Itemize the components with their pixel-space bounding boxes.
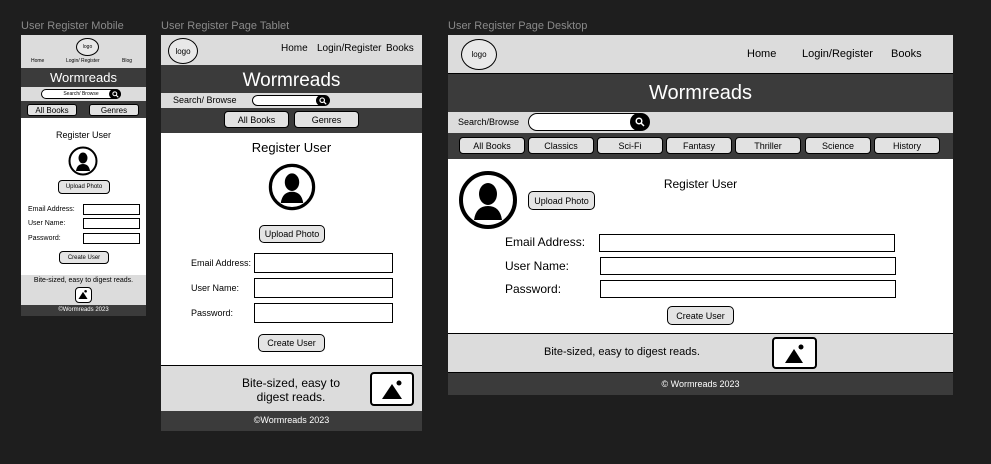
tablet-tagline-line1: Bite-sized, easy to	[241, 376, 341, 390]
desktop-genre-classics[interactable]: Classics	[528, 137, 594, 154]
search-icon	[111, 90, 119, 98]
desktop-genre-thriller[interactable]: Thriller	[735, 137, 801, 154]
desktop-password-label: Password:	[505, 282, 562, 296]
tablet-page-title: Register User	[251, 140, 332, 155]
tablet-nav-books[interactable]: Books	[386, 43, 414, 54]
desktop-create-user-button[interactable]: Create User	[667, 306, 734, 325]
search-icon	[635, 117, 645, 127]
mobile-email-label: Email Address:	[28, 206, 75, 213]
tablet-logo[interactable]: logo	[168, 38, 198, 64]
desktop-frame: logo Home Login/Register Books Wormreads…	[448, 35, 953, 395]
mobile-create-user-button[interactable]: Create User	[59, 251, 109, 264]
mobile-page-title: Register User	[55, 130, 111, 140]
desktop-genre-bar: All Books Classics Sci-Fi Fantasy Thrill…	[448, 133, 953, 159]
mobile-search-bar: Search/ Browse	[21, 87, 146, 101]
tablet-filter-genres[interactable]: Genres	[294, 111, 359, 128]
tablet-upload-photo-button[interactable]: Upload Photo	[259, 225, 325, 243]
tablet-search-button[interactable]	[316, 95, 330, 106]
tablet-create-user-button[interactable]: Create User	[258, 334, 325, 352]
mobile-frame: logo Home Login/ Register Blog Wormreads…	[21, 35, 146, 316]
desktop-nav-home[interactable]: Home	[747, 48, 776, 60]
mobile-footer-tagline: Bite-sized, easy to digest reads.	[21, 275, 146, 305]
desktop-email-label: Email Address:	[505, 235, 586, 249]
tablet-password-field[interactable]	[254, 303, 393, 323]
tablet-username-label: User Name:	[191, 283, 240, 293]
desktop-search-bar: Search/Browse	[448, 112, 953, 133]
tablet-filter-all-books[interactable]: All Books	[224, 111, 289, 128]
mobile-nav-home[interactable]: Home	[31, 58, 44, 64]
mobile-upload-photo-button[interactable]: Upload Photo	[58, 180, 110, 194]
tablet-email-label: Email Address:	[191, 258, 252, 268]
mobile-nav-blog[interactable]: Blog	[122, 58, 132, 64]
desktop-page-title: Register User	[663, 177, 738, 191]
desktop-username-label: User Name:	[505, 259, 570, 273]
desktop-logo[interactable]: logo	[461, 39, 497, 70]
mobile-nav-login-register[interactable]: Login/ Register	[66, 58, 100, 64]
desktop-copyright: © Wormreads 2023	[661, 379, 740, 389]
mobile-copyright: ©Wormreads 2023	[58, 307, 109, 313]
desktop-brand-title: Wormreads	[649, 82, 752, 104]
desktop-genre-fantasy[interactable]: Fantasy	[666, 137, 732, 154]
tablet-footer: ©Wormreads 2023	[161, 411, 422, 431]
user-avatar-icon	[68, 146, 98, 176]
tablet-username-field[interactable]	[254, 278, 393, 298]
tablet-tagline-line2: digest reads.	[256, 390, 326, 404]
desktop-nav-books[interactable]: Books	[891, 48, 922, 60]
tablet-frame: logo Home Login/Register Books Wormreads…	[161, 35, 422, 431]
mobile-password-label: Password:	[28, 235, 61, 242]
mobile-footer: ©Wormreads 2023	[21, 305, 146, 316]
mobile-password-field[interactable]	[83, 233, 140, 244]
tablet-search-label: Search/ Browse	[173, 95, 237, 105]
desktop-footer: © Wormreads 2023	[448, 373, 953, 395]
tablet-email-field[interactable]	[254, 253, 393, 273]
mobile-tagline: Bite-sized, easy to digest reads.	[33, 277, 134, 284]
desktop-search-input[interactable]	[528, 113, 645, 131]
image-placeholder-icon	[772, 337, 817, 369]
desktop-search-label: Search/Browse	[458, 117, 520, 127]
desktop-password-field[interactable]	[600, 280, 896, 298]
desktop-genre-all-books[interactable]: All Books	[459, 137, 525, 154]
desktop-tagline: Bite-sized, easy to digest reads.	[544, 346, 700, 358]
image-placeholder-icon	[370, 372, 414, 406]
mobile-brand-bar: Wormreads	[21, 68, 146, 87]
desktop-brand-bar: Wormreads	[448, 74, 953, 112]
tablet-nav-login-register[interactable]: Login/Register	[317, 43, 381, 54]
desktop-genre-sci-fi[interactable]: Sci-Fi	[597, 137, 663, 154]
desktop-upload-photo-button[interactable]: Upload Photo	[528, 191, 595, 210]
mobile-logo[interactable]: logo	[76, 38, 99, 56]
tablet-frame-label: User Register Page Tablet	[161, 20, 290, 32]
tablet-header: logo Home Login/Register Books	[161, 35, 422, 65]
mobile-brand-title: Wormreads	[50, 70, 117, 85]
mobile-search-button[interactable]	[109, 89, 121, 99]
desktop-genre-science[interactable]: Science	[805, 137, 871, 154]
tablet-copyright: ©Wormreads 2023	[253, 415, 330, 425]
desktop-username-field[interactable]	[600, 257, 896, 275]
tablet-nav-home[interactable]: Home	[281, 43, 308, 54]
tablet-brand-title: Wormreads	[242, 70, 341, 91]
desktop-frame-label: User Register Page Desktop	[448, 20, 588, 32]
tablet-brand-bar: Wormreads	[161, 65, 422, 93]
mobile-username-label: User Name:	[28, 220, 66, 227]
desktop-email-field[interactable]	[599, 234, 895, 252]
mobile-header: logo Home Login/ Register Blog	[21, 35, 146, 68]
mobile-frame-label: User Register Mobile	[21, 20, 124, 32]
desktop-search-button[interactable]	[630, 113, 650, 131]
mobile-email-field[interactable]	[83, 204, 140, 215]
tablet-filter-bar: All Books Genres	[161, 108, 422, 133]
search-icon	[319, 96, 327, 105]
image-placeholder-icon	[75, 287, 92, 303]
desktop-footer-tagline: Bite-sized, easy to digest reads.	[448, 333, 953, 373]
tablet-password-label: Password:	[191, 308, 234, 318]
tablet-search-bar: Search/ Browse	[161, 93, 422, 108]
mobile-filter-bar: All Books Genres	[21, 101, 146, 118]
tablet-footer-tagline: Bite-sized, easy to digest reads.	[161, 365, 422, 413]
user-avatar-icon	[268, 163, 316, 211]
mobile-filter-all-books[interactable]: All Books	[27, 104, 77, 116]
desktop-genre-history[interactable]: History	[874, 137, 940, 154]
mobile-username-field[interactable]	[83, 218, 140, 229]
mobile-filter-genres[interactable]: Genres	[89, 104, 139, 116]
desktop-nav-login-register[interactable]: Login/Register	[802, 48, 873, 60]
desktop-header: logo Home Login/Register Books	[448, 35, 953, 74]
